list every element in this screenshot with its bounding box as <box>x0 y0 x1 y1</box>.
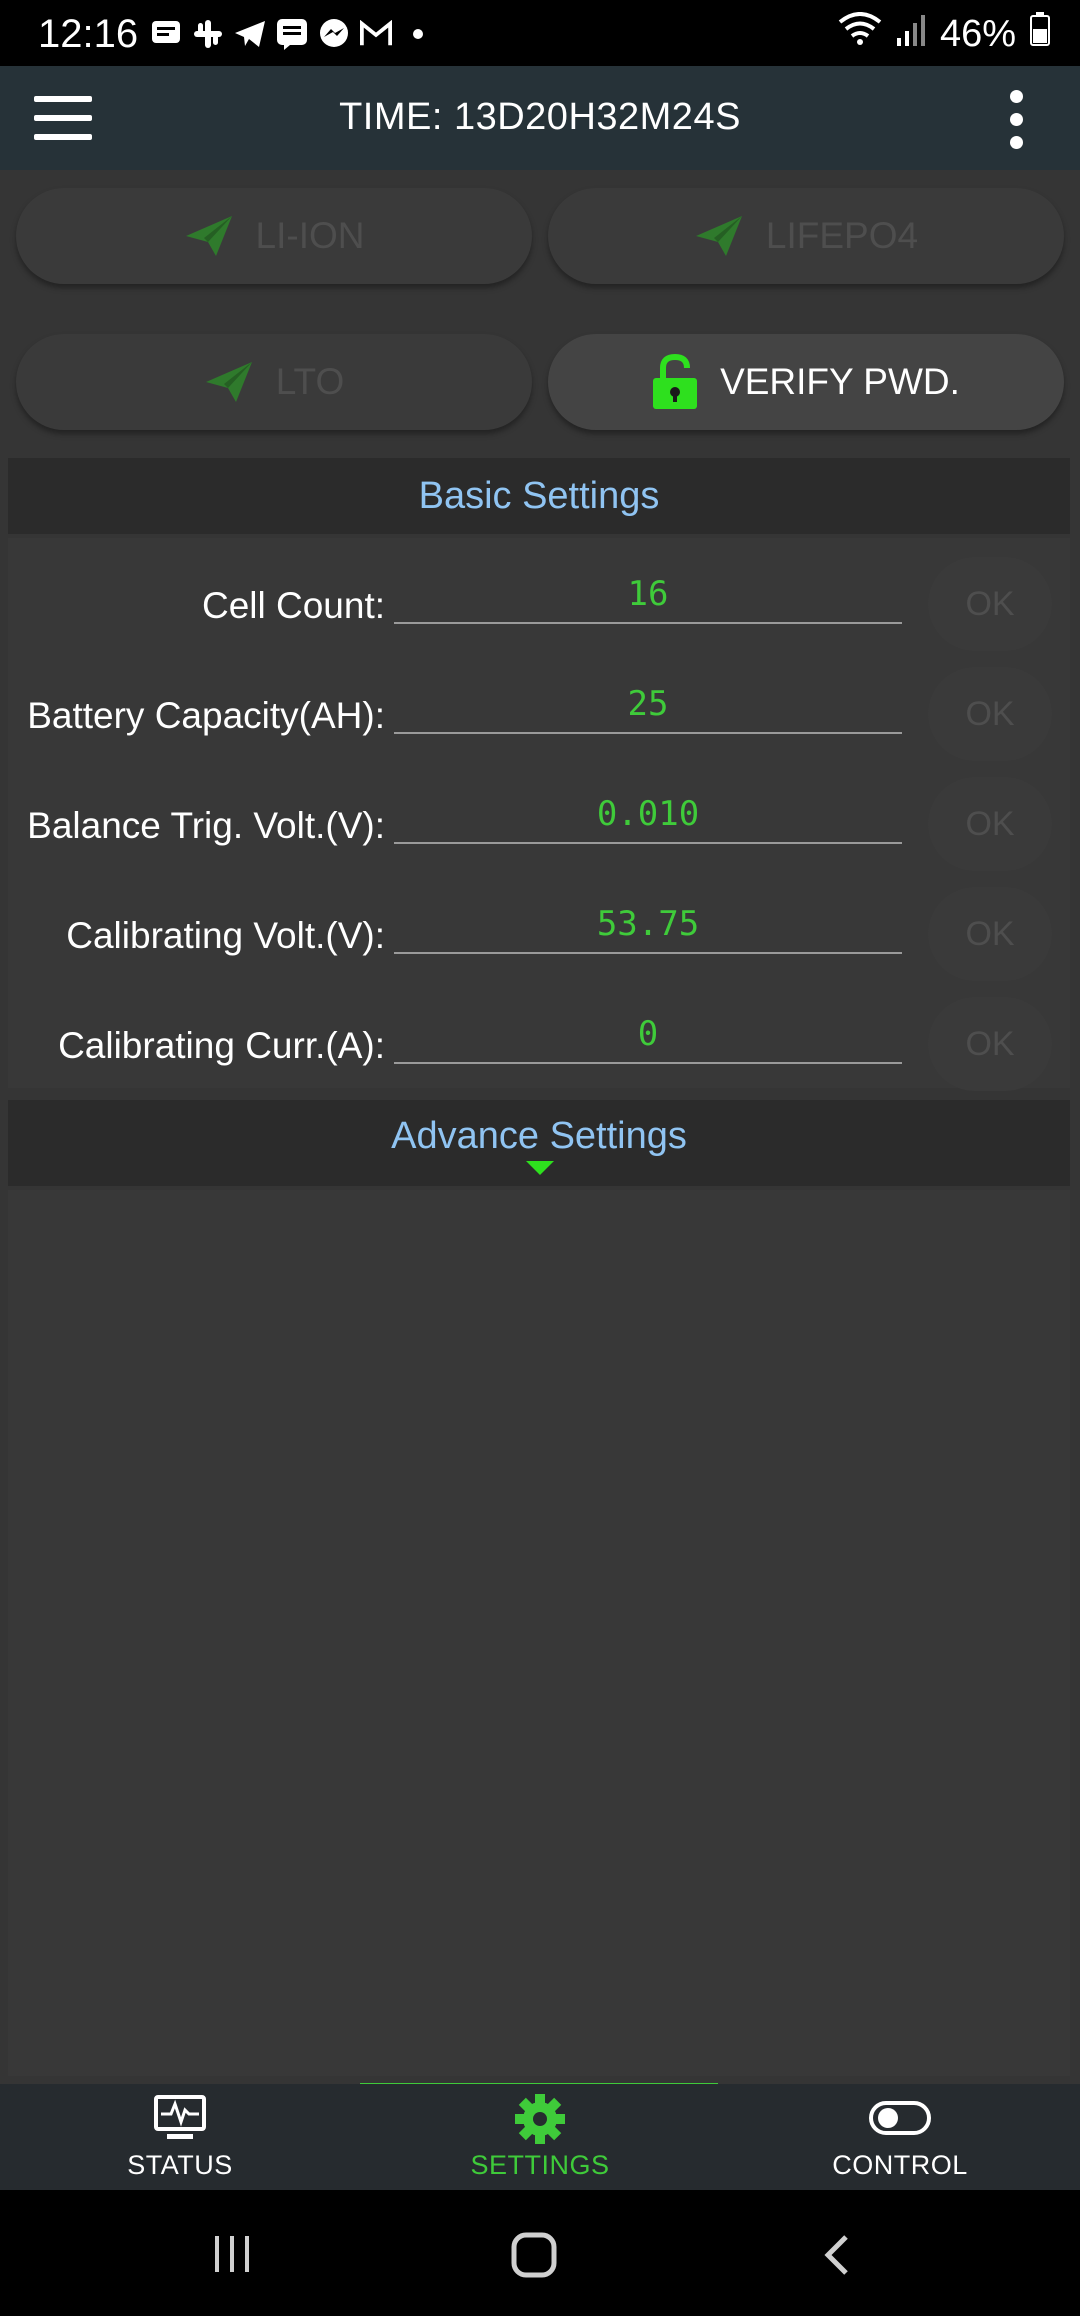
verify-label: VERIFY PWD. <box>720 361 960 402</box>
signal-icon <box>896 13 926 56</box>
toggle-icon <box>869 2101 931 2135</box>
calibrating-curr-label: Calibrating Curr.(A): <box>58 1025 385 1066</box>
balance-trig-volt-ok-button[interactable]: OK <box>928 777 1052 871</box>
cell-count-label: Cell Count: <box>201 585 385 626</box>
status-right: 46% <box>838 12 1050 56</box>
battery-icon <box>1030 12 1050 56</box>
expand-arrow-icon[interactable] <box>526 1161 554 1175</box>
preset-label: LIFEPO4 <box>765 215 919 256</box>
advance-settings-panel <box>8 1190 1070 2076</box>
app-bar: TIME: 13D20H32M24S <box>0 66 1080 170</box>
status-bar: 12:16 46% <box>0 0 1080 66</box>
calibrating-volt-input[interactable] <box>394 896 902 954</box>
calibrating-curr-ok-button[interactable]: OK <box>928 997 1052 1091</box>
home-icon[interactable] <box>511 2232 557 2278</box>
preset-lto-button[interactable]: LTO <box>16 334 532 430</box>
send-icon <box>205 362 252 402</box>
wifi-icon <box>838 12 882 56</box>
basic-settings-title: Basic Settings <box>418 475 660 517</box>
battery-capacity-input[interactable] <box>394 676 902 734</box>
messenger-icon <box>318 18 350 50</box>
system-nav-bar <box>0 2190 1080 2316</box>
verify-password-button[interactable]: VERIFY PWD. <box>548 334 1064 430</box>
send-icon <box>185 216 232 256</box>
balance-trig-volt-input[interactable] <box>394 786 902 844</box>
telegram-icon <box>234 18 266 50</box>
preset-label: LTO <box>275 361 345 402</box>
back-icon[interactable] <box>822 2234 852 2276</box>
preset-label: LI-ION <box>255 215 365 256</box>
preset-li-ion-button[interactable]: LI-ION <box>16 188 532 284</box>
unlock-icon <box>653 354 698 409</box>
app-title: TIME: 13D20H32M24S <box>339 96 741 138</box>
slack-icon <box>192 18 224 50</box>
gmail-icon <box>360 18 392 50</box>
battery-capacity-ok-button[interactable]: OK <box>928 667 1052 761</box>
calibrating-volt-label: Calibrating Volt.(V): <box>66 915 385 956</box>
recent-apps-icon[interactable] <box>212 2234 252 2274</box>
balance-trig-volt-label: Balance Trig. Volt.(V): <box>27 805 385 846</box>
send-icon <box>695 216 742 256</box>
monitor-icon <box>154 2095 206 2139</box>
nav-control[interactable]: CONTROL <box>720 2084 1080 2190</box>
basic-settings-header: Basic Settings <box>8 458 1070 534</box>
cell-count-input[interactable] <box>394 566 902 624</box>
nav-control-label: CONTROL <box>832 2150 968 2180</box>
more-options-icon[interactable] <box>1006 90 1026 150</box>
nav-settings[interactable]: SETTINGS <box>360 2084 720 2190</box>
bottom-nav: STATUS SETTINGS CONTROL <box>0 2084 1080 2190</box>
nav-status-label: STATUS <box>127 2150 233 2180</box>
advance-settings-title: Advance Settings <box>391 1115 687 1157</box>
preset-lifepo4-button[interactable]: LIFEPO4 <box>548 188 1064 284</box>
nav-status[interactable]: STATUS <box>0 2084 360 2190</box>
chat-icon <box>276 18 308 50</box>
message-icon <box>150 18 182 50</box>
cell-count-ok-button[interactable]: OK <box>928 557 1052 651</box>
battery-capacity-label: Battery Capacity(AH): <box>27 695 385 736</box>
gear-icon <box>515 2094 565 2144</box>
battery-percent: 46% <box>939 12 1016 55</box>
notification-icons <box>150 14 434 54</box>
status-time: 12:16 <box>38 12 139 56</box>
calibrating-curr-input[interactable] <box>394 1006 902 1064</box>
calibrating-volt-ok-button[interactable]: OK <box>928 887 1052 981</box>
more-notifications-icon <box>402 18 434 50</box>
nav-settings-label: SETTINGS <box>470 2150 610 2180</box>
